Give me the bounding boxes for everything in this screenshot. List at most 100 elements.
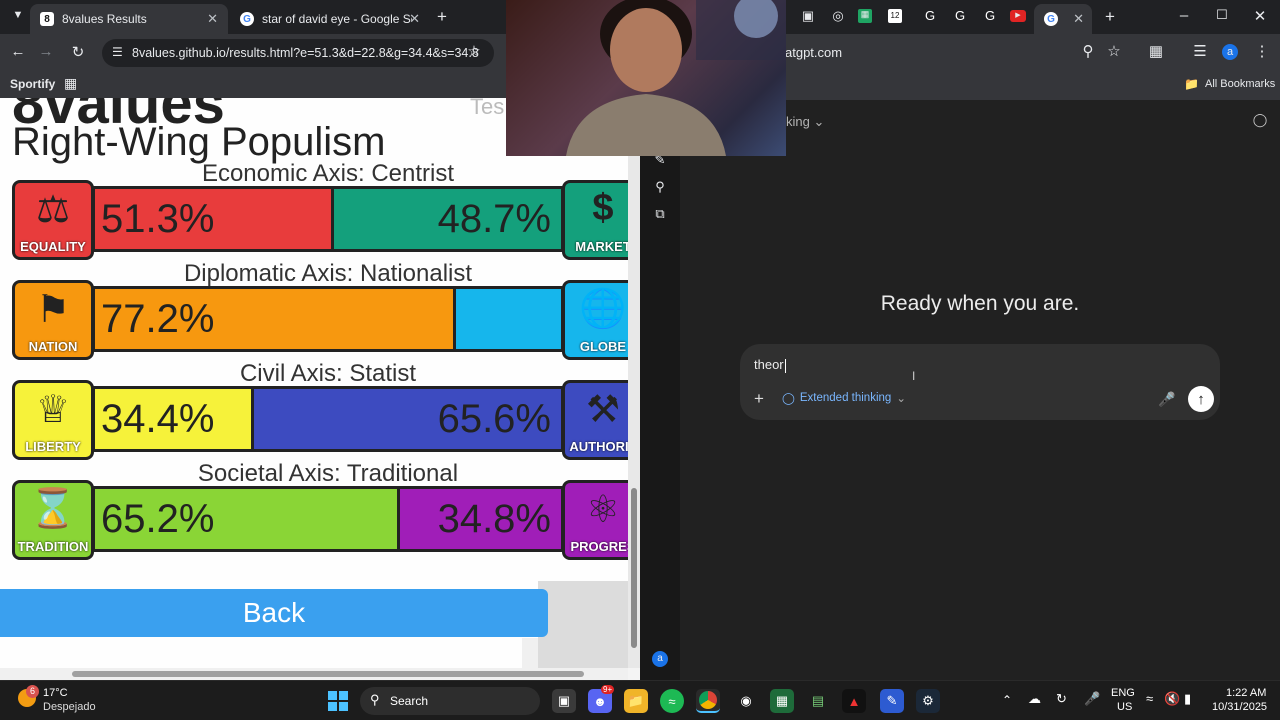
webcam-person-icon bbox=[566, 0, 786, 156]
google-favicon-icon[interactable]: G bbox=[980, 8, 1000, 23]
microphone-icon[interactable]: 🎤 bbox=[1084, 691, 1100, 707]
google-favicon-icon: G bbox=[240, 12, 254, 26]
media-controls-icon[interactable]: ☰ bbox=[1190, 42, 1210, 60]
calendar-favicon-icon[interactable]: 12 bbox=[888, 9, 902, 23]
prompt-composer[interactable]: theor + ◯ Extended thinking ⌄ 🎤 ↑ bbox=[740, 344, 1220, 420]
close-tab-icon[interactable]: ✕ bbox=[207, 11, 218, 27]
tab-google-search[interactable]: G star of david eye - Google Sear ✕ bbox=[230, 4, 430, 34]
sync-icon[interactable]: ↻ bbox=[1056, 691, 1067, 707]
scrollbar-thumb[interactable] bbox=[631, 488, 637, 648]
tab-title: star of david eye - Google Sear bbox=[262, 12, 412, 26]
google-favicon-icon[interactable]: G bbox=[950, 8, 970, 23]
weather-badge: 6 bbox=[26, 685, 39, 698]
model-selector[interactable]: king ⌄ bbox=[786, 114, 824, 130]
app-icon[interactable]: ▤ bbox=[806, 689, 830, 713]
back-button[interactable]: Back bbox=[0, 589, 548, 637]
minimize-icon[interactable]: – bbox=[1174, 7, 1194, 24]
maximize-icon[interactable]: ☐ bbox=[1212, 7, 1232, 23]
nation-badge: ⚑ NATION bbox=[12, 280, 94, 360]
cloud-icon[interactable]: ☁ bbox=[1028, 691, 1041, 707]
lightbulb-icon: ◯ bbox=[782, 393, 795, 405]
greeting-heading: Ready when you are. bbox=[880, 292, 1080, 315]
capcut-icon[interactable]: ▲ bbox=[842, 689, 866, 713]
site-info-icon[interactable]: ☰ bbox=[112, 45, 123, 59]
scrollbar-thumb[interactable] bbox=[72, 671, 584, 677]
chrome-icon[interactable] bbox=[696, 689, 720, 713]
bookmark-star-icon[interactable]: ☆ bbox=[1104, 42, 1124, 60]
clock-time[interactable]: 1:22 AM bbox=[1226, 687, 1266, 699]
globe-icon: 🌐 bbox=[579, 288, 627, 330]
close-tab-icon[interactable]: ✕ bbox=[1073, 11, 1084, 27]
sheets-favicon-icon[interactable]: ▦ bbox=[858, 9, 872, 23]
tab-favicon-icon[interactable]: ▣ bbox=[798, 8, 818, 24]
webcam-overlay bbox=[506, 0, 786, 156]
google-favicon-icon: G bbox=[1044, 12, 1058, 26]
bookmark-sportify[interactable]: Sportify bbox=[10, 77, 55, 91]
tradition-badge: ⌛ TRADITION bbox=[12, 480, 94, 560]
forward-arrow-icon[interactable]: → bbox=[36, 43, 56, 60]
hourglass-icon: ⌛ bbox=[29, 488, 77, 530]
close-tab-icon[interactable]: ✕ bbox=[409, 11, 420, 27]
new-tab-icon[interactable]: + bbox=[1100, 7, 1120, 27]
gavel-icon: ⚒ bbox=[585, 389, 621, 431]
steam-icon[interactable]: ⚙ bbox=[916, 689, 940, 713]
test-link[interactable]: Tes bbox=[470, 98, 504, 120]
spotify-icon[interactable]: ≈ bbox=[660, 689, 684, 713]
address-bar[interactable]: ☰ 8values.github.io/results.html?e=51.3&… bbox=[102, 39, 494, 67]
vertical-scrollbar[interactable] bbox=[628, 98, 640, 668]
equality-badge: ⚖ EQUALITY bbox=[12, 180, 94, 260]
reload-icon[interactable]: ↻ bbox=[68, 43, 88, 61]
extended-thinking-toggle[interactable]: ◯ Extended thinking ⌄ bbox=[782, 391, 906, 405]
extensions-icon[interactable]: ▦ bbox=[1146, 42, 1166, 60]
zoom-icon[interactable]: ⚲ bbox=[1078, 42, 1098, 60]
windows-taskbar: 6 17°C Despejado ⚲ Search ▣ ☻ 9+ 📁 ≈ ◉ ▦… bbox=[0, 680, 1280, 720]
back-arrow-icon[interactable]: ← bbox=[8, 43, 28, 60]
address-bar-url[interactable]: atgpt.com bbox=[785, 45, 842, 60]
bookmark-star-icon[interactable]: ☆ bbox=[464, 42, 484, 60]
tab-8values-results[interactable]: 8 8values Results ✕ bbox=[30, 4, 228, 34]
globe-badge: 🌐 GLOBE bbox=[562, 280, 628, 360]
menu-dots-icon[interactable]: ⋮ bbox=[1252, 42, 1272, 60]
wifi-icon[interactable]: ≈ bbox=[1146, 691, 1153, 706]
new-tab-icon[interactable]: + bbox=[432, 7, 452, 27]
battery-icon[interactable]: ▮ bbox=[1184, 691, 1191, 707]
tab-chatgpt[interactable]: G ✕ bbox=[1034, 4, 1092, 34]
microphone-icon[interactable]: 🎤 bbox=[1158, 391, 1175, 408]
user-avatar[interactable]: a bbox=[652, 651, 668, 667]
temporary-chat-icon[interactable]: ◯ bbox=[1250, 112, 1270, 128]
discord-badge: 9+ bbox=[601, 685, 615, 694]
search-chats-icon[interactable]: ⚲ bbox=[650, 179, 670, 195]
eight-values-favicon-icon: 8 bbox=[40, 12, 54, 26]
tab-favicon-icon[interactable]: ◎ bbox=[828, 8, 848, 24]
youtube-favicon-icon[interactable]: ▶ bbox=[1010, 10, 1026, 22]
chevron-up-icon[interactable]: ⌃ bbox=[1002, 693, 1012, 707]
tab-search-icon[interactable]: ▼ bbox=[8, 9, 28, 21]
horizontal-scrollbar[interactable] bbox=[0, 668, 628, 680]
start-button[interactable] bbox=[326, 689, 350, 713]
editor-icon[interactable]: ✎ bbox=[880, 689, 904, 713]
close-window-icon[interactable]: ✕ bbox=[1250, 7, 1270, 25]
language-line-2[interactable]: US bbox=[1117, 701, 1132, 713]
search-label: Search bbox=[390, 694, 429, 708]
google-favicon-icon[interactable]: G bbox=[920, 8, 940, 23]
axis-societal: ⌛ TRADITION 65.2% 34.8% ⚛ PROGRES bbox=[12, 480, 628, 560]
arrow-up-icon: ↑ bbox=[1197, 390, 1205, 408]
folder-icon: 📁 bbox=[1184, 77, 1199, 91]
profile-avatar[interactable]: a bbox=[1222, 44, 1238, 60]
library-icon[interactable]: ⧉ bbox=[650, 206, 670, 222]
add-attachment-icon[interactable]: + bbox=[754, 389, 764, 409]
volume-muted-icon[interactable]: 🔇 bbox=[1164, 691, 1180, 707]
language-line-1[interactable]: ENG bbox=[1111, 687, 1135, 699]
clock-date[interactable]: 10/31/2025 bbox=[1212, 701, 1267, 713]
taskbar-search[interactable]: ⚲ Search bbox=[360, 687, 540, 715]
send-button[interactable]: ↑ bbox=[1188, 386, 1214, 412]
apps-grid-icon[interactable]: ▦ bbox=[64, 75, 77, 92]
prompt-input[interactable]: theor bbox=[754, 357, 786, 373]
weather-desc[interactable]: Despejado bbox=[43, 701, 96, 713]
file-explorer-icon[interactable]: 📁 bbox=[624, 689, 648, 713]
all-bookmarks-button[interactable]: All Bookmarks bbox=[1205, 78, 1275, 90]
obs-icon[interactable]: ◉ bbox=[734, 689, 758, 713]
spreadsheet-app-icon[interactable]: ▦ bbox=[770, 689, 794, 713]
task-view-icon[interactable]: ▣ bbox=[552, 689, 576, 713]
weather-temp[interactable]: 17°C bbox=[43, 687, 68, 699]
